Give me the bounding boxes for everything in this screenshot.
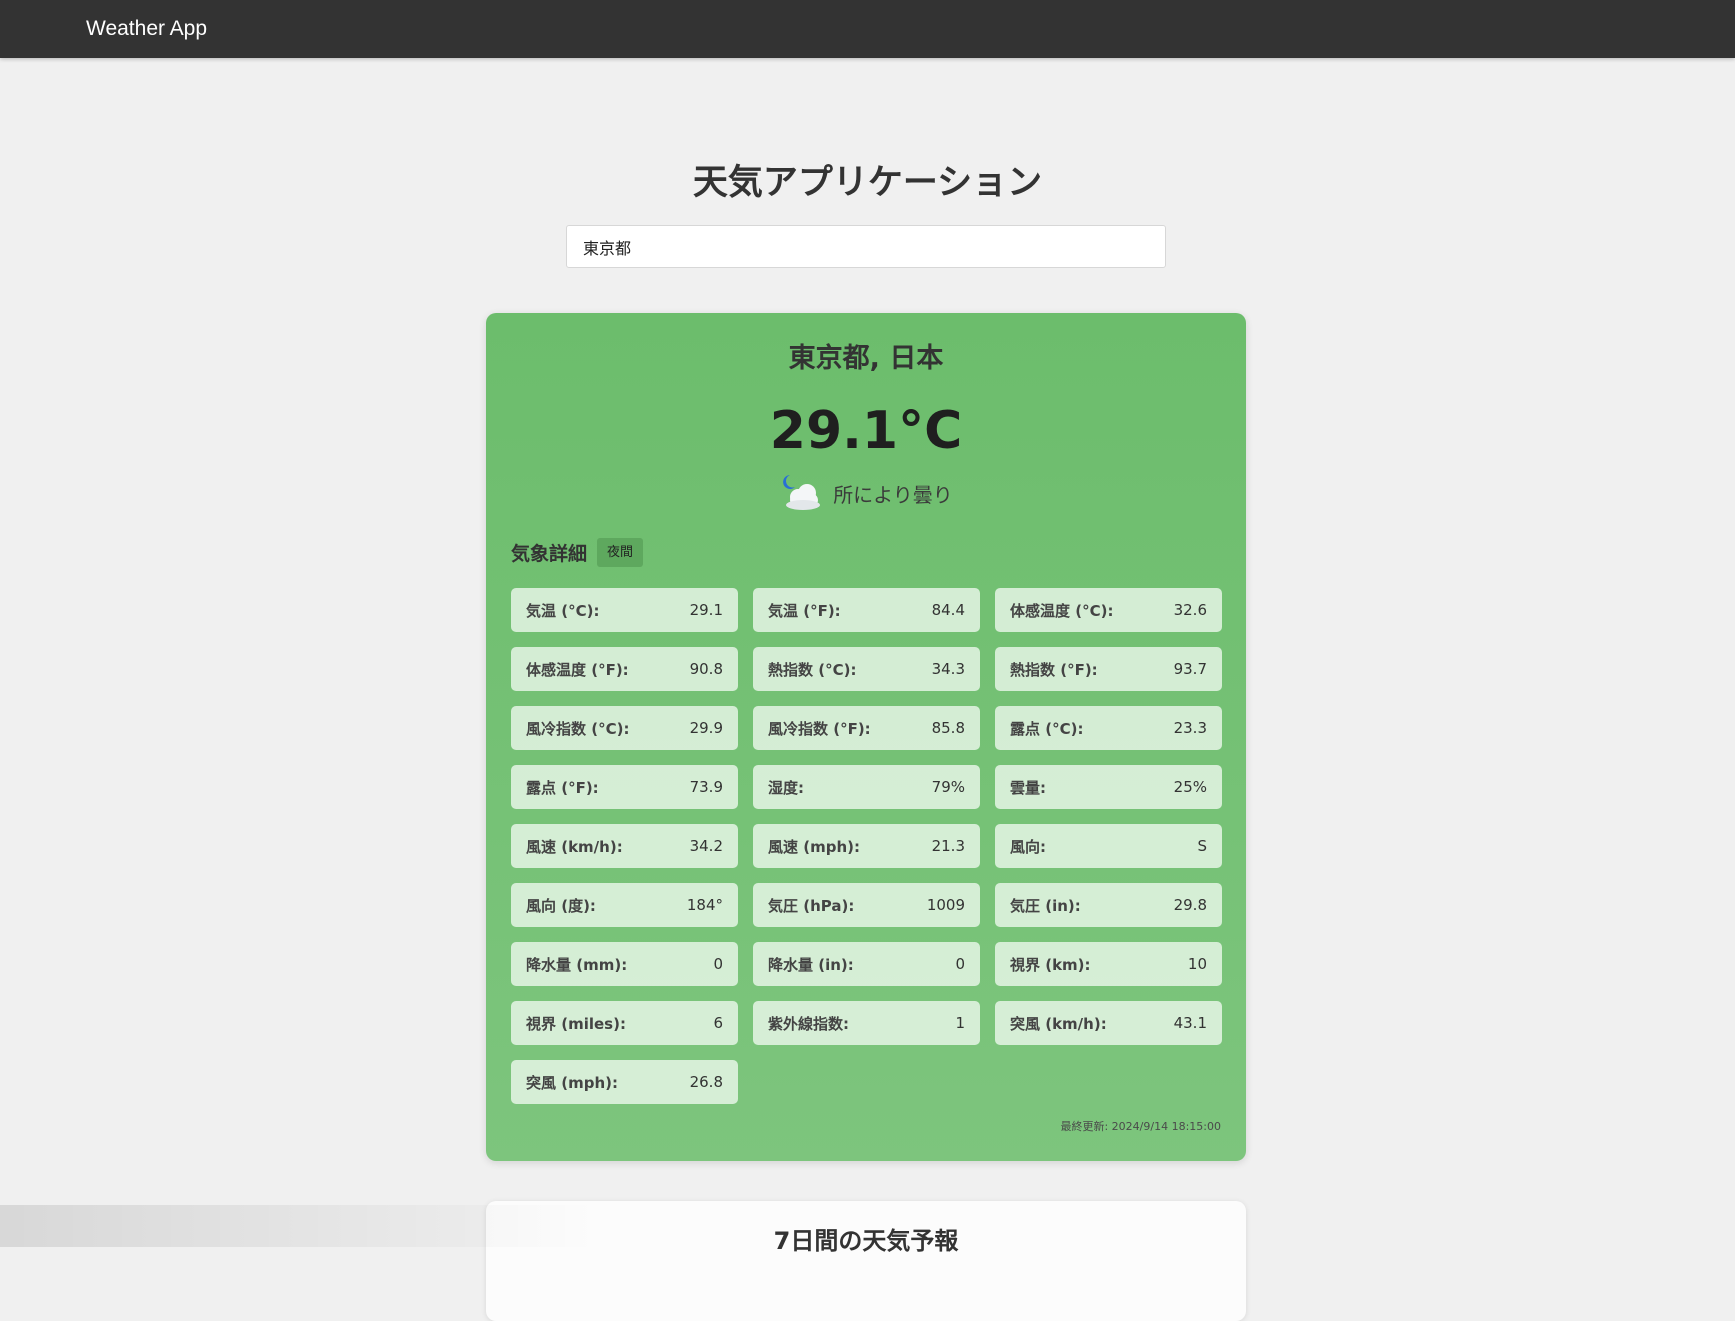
forecast-title: 7日間の天気予報 <box>773 1227 959 1255</box>
detail-value: 93.7 <box>1173 660 1207 678</box>
detail-item: 風速 (mph): 21.3 <box>753 824 980 868</box>
detail-value: 23.3 <box>1173 719 1207 737</box>
detail-label: 風向: <box>1010 837 1046 856</box>
detail-label: 風速 (km/h): <box>526 837 623 856</box>
detail-value: 184° <box>686 896 723 914</box>
detail-label: 紫外線指数: <box>768 1014 849 1033</box>
detail-item: 視界 (miles): 6 <box>511 1001 738 1045</box>
detail-label: 視界 (miles): <box>526 1014 626 1033</box>
detail-label: 突風 (mph): <box>526 1073 618 1092</box>
detail-item: 気温 (°C): 29.1 <box>511 588 738 632</box>
detail-label: 風向 (度): <box>526 896 596 915</box>
detail-label: 露点 (°F): <box>526 778 599 797</box>
partly-cloudy-night-icon <box>783 475 821 510</box>
brand-link[interactable]: Weather App <box>86 16 207 42</box>
detail-label: 気温 (°F): <box>768 601 841 620</box>
detail-value: 26.8 <box>689 1073 723 1091</box>
day-night-badge: 夜間 <box>597 537 644 567</box>
detail-label: 風速 (mph): <box>768 837 860 856</box>
condition-text: 所により曇り <box>833 482 953 507</box>
detail-value: 43.1 <box>1173 1014 1207 1032</box>
detail-value: 25% <box>1173 778 1207 796</box>
detail-value: S <box>1197 837 1207 855</box>
detail-item: 視界 (km): 10 <box>995 942 1222 986</box>
details-header: 気象詳細 夜間 <box>511 537 644 567</box>
detail-item: 風冷指数 (°C): 29.9 <box>511 706 738 750</box>
detail-value: 32.6 <box>1173 601 1207 619</box>
detail-value: 85.8 <box>931 719 965 737</box>
detail-label: 熱指数 (°F): <box>1010 660 1098 679</box>
detail-item: 体感温度 (°F): 90.8 <box>511 647 738 691</box>
detail-item: 風向: S <box>995 824 1222 868</box>
detail-value: 6 <box>713 1014 723 1032</box>
detail-item: 風冷指数 (°F): 85.8 <box>753 706 980 750</box>
detail-value: 1009 <box>926 896 965 914</box>
detail-value: 29.1 <box>689 601 723 619</box>
last-updated: 最終更新: 2024/9/14 18:15:00 <box>1060 1120 1221 1133</box>
detail-label: 視界 (km): <box>1010 955 1091 974</box>
detail-label: 風冷指数 (°F): <box>768 719 871 738</box>
detail-item: 降水量 (in): 0 <box>753 942 980 986</box>
detail-value: 0 <box>955 955 965 973</box>
detail-label: 突風 (km/h): <box>1010 1014 1107 1033</box>
detail-value: 29.8 <box>1173 896 1207 914</box>
location-name: 東京都, 日本 <box>788 343 944 374</box>
detail-label: 雲量: <box>1010 778 1046 797</box>
detail-value: 34.2 <box>689 837 723 855</box>
detail-item: 熱指数 (°F): 93.7 <box>995 647 1222 691</box>
detail-item: 風向 (度): 184° <box>511 883 738 927</box>
detail-label: 気圧 (in): <box>1010 896 1081 915</box>
detail-value: 90.8 <box>689 660 723 678</box>
detail-label: 体感温度 (°C): <box>1010 601 1114 620</box>
detail-value: 21.3 <box>931 837 965 855</box>
detail-value: 10 <box>1187 955 1207 973</box>
detail-item: 露点 (°C): 23.3 <box>995 706 1222 750</box>
detail-label: 降水量 (mm): <box>526 955 628 974</box>
detail-item: 風速 (km/h): 34.2 <box>511 824 738 868</box>
detail-item: 紫外線指数: 1 <box>753 1001 980 1045</box>
detail-value: 1 <box>955 1014 965 1032</box>
detail-item: 気温 (°F): 84.4 <box>753 588 980 632</box>
detail-value: 79% <box>931 778 965 796</box>
detail-item: 雲量: 25% <box>995 765 1222 809</box>
detail-label: 露点 (°C): <box>1010 719 1084 738</box>
navbar: Weather App <box>0 0 1735 58</box>
current-weather-card: 東京都, 日本 29.1°C 所により曇り 気象詳細 夜間 気温 (°C): 29… <box>486 313 1246 1161</box>
detail-label: 風冷指数 (°C): <box>526 719 630 738</box>
current-temperature: 29.1°C <box>769 401 963 461</box>
detail-label: 湿度: <box>768 778 804 797</box>
detail-label: 体感温度 (°F): <box>526 660 629 679</box>
detail-item: 気圧 (hPa): 1009 <box>753 883 980 927</box>
detail-value: 84.4 <box>931 601 965 619</box>
detail-item: 気圧 (in): 29.8 <box>995 883 1222 927</box>
detail-item: 降水量 (mm): 0 <box>511 942 738 986</box>
detail-item: 露点 (°F): 73.9 <box>511 765 738 809</box>
details-grid: 気温 (°C): 29.1 気温 (°F): 84.4 体感温度 (°C): 32.6 体感… <box>511 588 1223 1104</box>
detail-label: 熱指数 (°C): <box>768 660 857 679</box>
detail-label: 気圧 (hPa): <box>768 896 855 915</box>
detail-label: 降水量 (in): <box>768 955 854 974</box>
detail-value: 34.3 <box>931 660 965 678</box>
forecast-card: 7日間の天気予報 <box>486 1201 1246 1321</box>
detail-item: 湿度: 79% <box>753 765 980 809</box>
detail-item: 熱指数 (°C): 34.3 <box>753 647 980 691</box>
detail-item: 体感温度 (°C): 32.6 <box>995 588 1222 632</box>
weather-condition: 所により曇り <box>486 471 1246 515</box>
detail-item: 突風 (mph): 26.8 <box>511 1060 738 1104</box>
detail-value: 0 <box>713 955 723 973</box>
detail-value: 73.9 <box>689 778 723 796</box>
detail-label: 気温 (°C): <box>526 601 600 620</box>
city-search-input[interactable] <box>566 225 1166 268</box>
details-title: 気象詳細 <box>511 542 588 565</box>
page-title: 天気アプリケーション <box>692 163 1043 203</box>
detail-value: 29.9 <box>689 719 723 737</box>
detail-item: 突風 (km/h): 43.1 <box>995 1001 1222 1045</box>
